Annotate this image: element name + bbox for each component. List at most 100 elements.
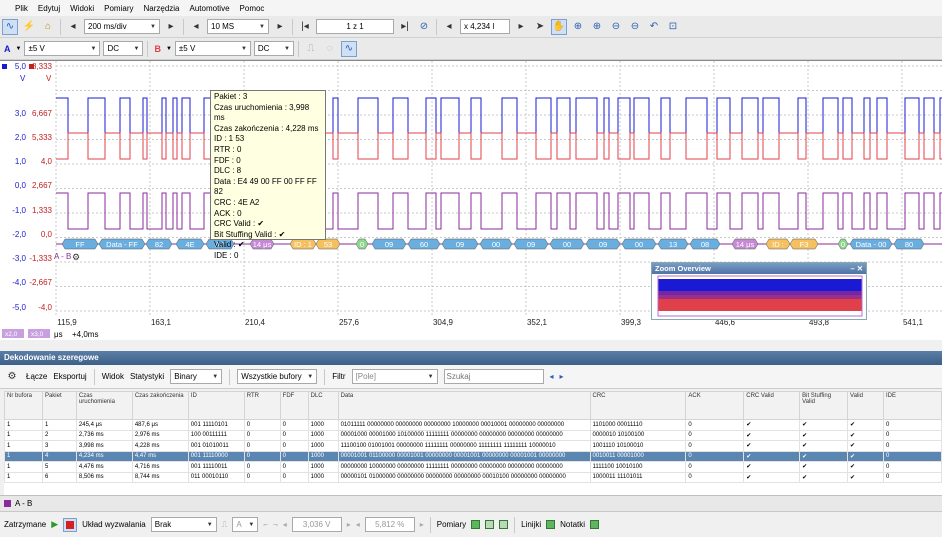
math-channel-icon[interactable]: ∿ <box>340 40 357 57</box>
hand-icon[interactable]: ✋ <box>551 18 567 35</box>
samples-right-icon[interactable]: ▸ <box>272 19 288 35</box>
menu-automotive[interactable]: Automotive <box>185 4 235 13</box>
channel-a-range-select[interactable]: ±5 V ▼ <box>24 41 101 56</box>
table-row[interactable]: 1 1 245,4 μs 487,6 μs 001 11110101 0 0 1000 0101… <box>4 419 942 431</box>
pointer-icon[interactable]: ➤ <box>532 19 548 35</box>
search-prev-icon[interactable]: ◂ <box>550 372 554 381</box>
timebase-left-icon[interactable]: ◂ <box>65 19 81 35</box>
trigger-edge-icon[interactable]: ⎍ <box>222 520 228 530</box>
view-button[interactable]: Widok <box>102 372 124 381</box>
channel-a-marker[interactable] <box>2 64 7 69</box>
stop-icon[interactable] <box>63 517 78 532</box>
zoom-fit-icon[interactable]: ⊡ <box>665 19 681 35</box>
zoom-overview-window[interactable]: Zoom Overview – ✕ <box>651 262 867 320</box>
level-left-icon[interactable]: ◂ <box>283 520 287 529</box>
column-header[interactable]: ACK <box>685 391 745 420</box>
spectrum-icon[interactable]: ⌂ <box>40 19 56 35</box>
table-row[interactable]: 1 4 4,234 ms 4,47 ms 001 11110000 0 0 1000 00001… <box>4 450 942 462</box>
zoom-x-left-icon[interactable]: ◂ <box>441 19 457 35</box>
scope-mode-icon[interactable]: ∿ <box>2 18 18 35</box>
minimize-icon[interactable]: – <box>850 264 854 273</box>
table-row[interactable]: 1 6 8,506 ms 8,744 ms 011 00010110 0 0 1000 0000… <box>4 471 942 483</box>
zoom-in-x-icon[interactable]: ⊕ <box>589 19 605 35</box>
column-header[interactable]: ID <box>187 391 245 420</box>
channel-b-label[interactable]: B <box>152 44 163 54</box>
delete-measurement-icon[interactable] <box>499 520 509 529</box>
statistics-button[interactable]: Statystyki <box>130 372 164 381</box>
column-header[interactable]: IDE <box>882 391 942 420</box>
samples-select[interactable]: 10 MS ▼ <box>207 19 269 34</box>
channel-b-marker[interactable] <box>29 64 34 69</box>
play-icon[interactable]: ▶ <box>51 519 58 530</box>
pre-trigger-field[interactable]: 5,812 % <box>364 517 415 532</box>
zoom-in-icon[interactable]: ⊕ <box>570 19 586 35</box>
trigger-channel-select[interactable]: A ▼ <box>232 517 259 532</box>
add-measurement-icon[interactable] <box>471 520 481 529</box>
edit-measurement-icon[interactable] <box>485 520 495 529</box>
zoom-prev-icon[interactable]: |◂ <box>297 19 313 35</box>
menu-tools[interactable]: Narzędzia <box>138 4 184 13</box>
channel-a-label[interactable]: A <box>2 44 13 54</box>
table-row[interactable]: 1 5 4,476 ms 4,716 ms 001 11110011 0 0 1000 0000… <box>4 461 942 473</box>
column-header[interactable]: CRC <box>589 391 687 420</box>
table-row[interactable]: 1 3 3,998 ms 4,228 ms 001 01010011 0 0 1000 1110… <box>4 440 942 452</box>
channel-b-range-select[interactable]: ±5 V ▼ <box>174 41 251 56</box>
rising-edge-icon[interactable]: ⌐ <box>263 520 268 529</box>
link-button[interactable]: Łącze <box>26 372 47 381</box>
column-header[interactable]: DLC <box>307 391 339 420</box>
trigger-mode-select[interactable]: Brak ▼ <box>150 517 217 532</box>
column-header[interactable]: Data <box>337 391 591 420</box>
level-right-icon[interactable]: ▸ <box>347 520 351 529</box>
column-header[interactable]: RTR <box>243 391 281 420</box>
persistence-icon[interactable]: ⚡ <box>21 19 37 35</box>
table-row[interactable]: 1 2 2,736 ms 2,976 ms 100 00111111 0 0 1000 0000… <box>4 429 942 441</box>
timebase-right-icon[interactable]: ▸ <box>163 19 179 35</box>
rulers-icon[interactable] <box>546 520 556 529</box>
undo-zoom-icon[interactable]: ↶ <box>646 19 662 35</box>
column-header[interactable]: Nr bufora <box>4 391 43 420</box>
filter-button[interactable]: Filtr <box>332 372 345 381</box>
gear-icon[interactable]: ⚙ <box>72 252 80 262</box>
column-header[interactable]: Czas uruchomienia <box>75 391 133 420</box>
menu-file[interactable]: Plik <box>10 4 33 13</box>
zoom-out-icon[interactable]: ⊖ <box>608 19 624 35</box>
buffer-select[interactable]: Wszystkie bufory ▼ <box>237 369 318 384</box>
column-header[interactable]: FDF <box>279 391 309 420</box>
zoom-field[interactable]: 1 z 1 <box>316 19 394 34</box>
notes-icon[interactable] <box>590 520 600 529</box>
samples-left-icon[interactable]: ◂ <box>188 19 204 35</box>
gear-icon[interactable]: ⚙ <box>4 369 20 385</box>
pct-right-icon[interactable]: ▸ <box>420 520 424 529</box>
search-next-icon[interactable]: ▸ <box>560 372 564 381</box>
channel-b-coupling-select[interactable]: DC ▼ <box>253 41 294 56</box>
tab-a-b[interactable]: A - B <box>15 499 32 508</box>
close-icon[interactable]: ✕ <box>857 264 863 273</box>
timebase-select[interactable]: 200 ms/div ▼ <box>84 19 160 34</box>
channel-a-coupling-select[interactable]: DC ▼ <box>103 41 144 56</box>
trigger-level-field[interactable]: 3,036 V <box>291 517 342 532</box>
column-header[interactable]: Czas zakończenia <box>131 391 189 420</box>
zoom-x-field[interactable]: x 4,234 l <box>460 19 510 34</box>
column-header[interactable]: Pakiet <box>41 391 77 420</box>
zoom-out-x-icon[interactable]: ⊖ <box>627 19 643 35</box>
zoom-x-right-icon[interactable]: ▸ <box>513 19 529 35</box>
column-header[interactable]: CRC Valid <box>743 391 801 420</box>
generator-icon[interactable]: ◌ <box>322 41 338 57</box>
search-input[interactable] <box>443 369 544 384</box>
menu-help[interactable]: Pomoc <box>235 4 270 13</box>
column-header[interactable]: Valid <box>847 391 884 420</box>
zoom-next-icon[interactable]: ▸| <box>397 19 413 35</box>
format-select[interactable]: Binary ▼ <box>170 369 223 384</box>
column-header[interactable]: Bit Stuffing Valid <box>799 391 849 420</box>
compass-icon[interactable]: ⊘ <box>416 19 432 35</box>
pct-left-icon[interactable]: ◂ <box>356 520 360 529</box>
menu-edit[interactable]: Edytuj <box>33 4 65 13</box>
menu-measurements[interactable]: Pomiary <box>99 4 138 13</box>
field-select[interactable]: [Pole] ▼ <box>351 369 438 384</box>
probe-icon[interactable]: ⎍ <box>303 41 319 57</box>
decoding-table[interactable]: Nr bufora Pakiet Czas uruchomienia Czas zak… <box>4 391 942 495</box>
menu-views[interactable]: Widoki <box>65 4 99 13</box>
falling-edge-icon[interactable]: ¬ <box>273 520 278 529</box>
zoom-overview-plot[interactable] <box>652 274 866 319</box>
export-button[interactable]: Eksportuj <box>53 372 86 381</box>
